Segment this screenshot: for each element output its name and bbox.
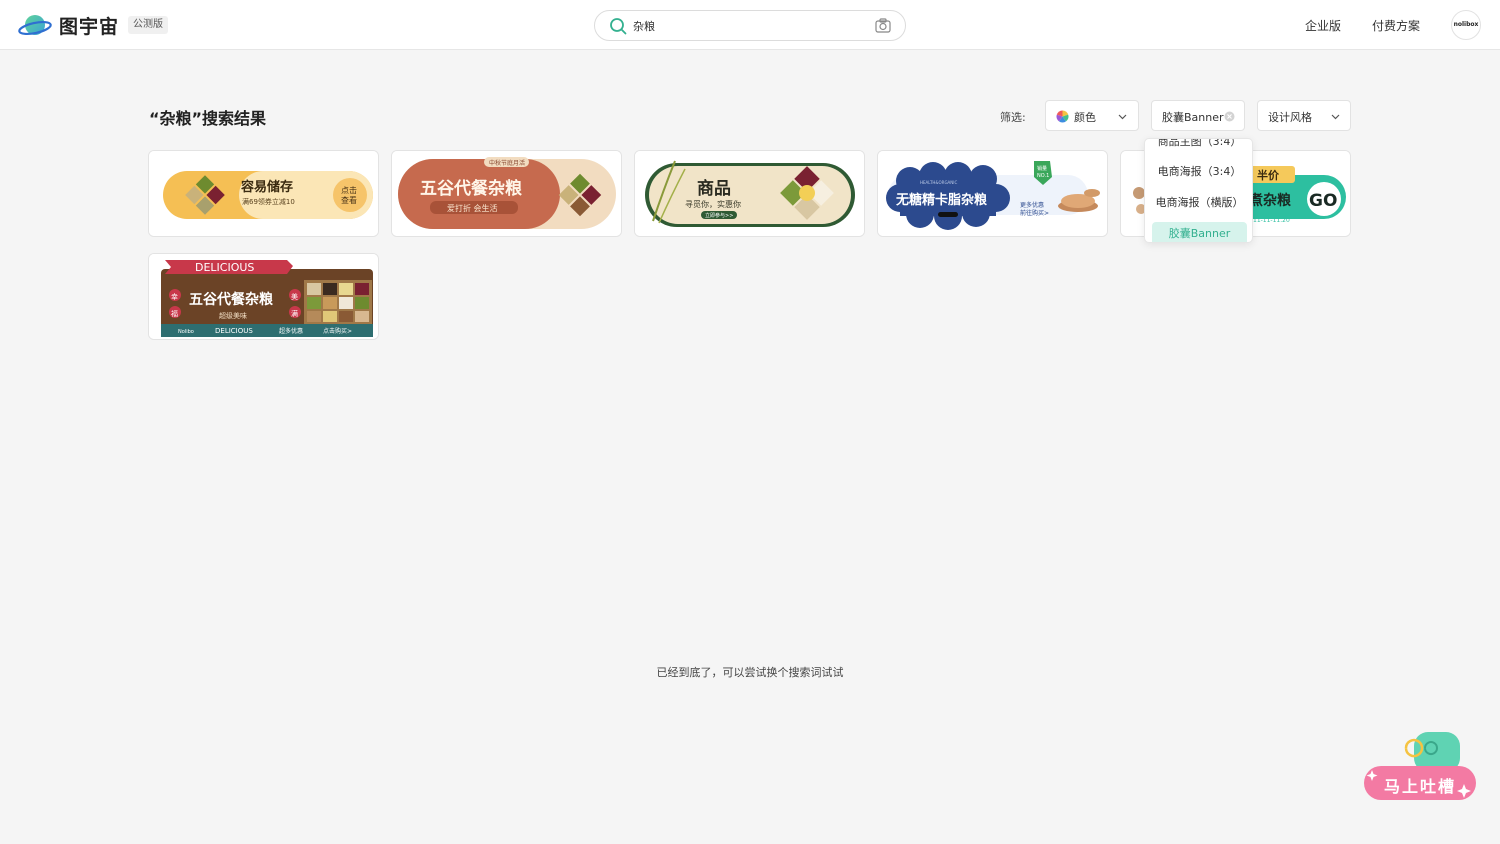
top-header: 图宇宙 公测版 企业版 付费方案 nolibox [0,0,1500,50]
type-filter-label: 胶囊Banner [1162,111,1224,124]
card4-extra2: 前往购买> [1020,209,1049,217]
planet-logo-icon[interactable] [18,11,52,39]
beta-badge: 公测版 [128,16,168,34]
card5-title: 煮杂粮 [1248,192,1292,209]
card2-tag: 中秋节庭月活 [489,159,525,167]
type-filter[interactable]: 胶囊Banner [1151,100,1245,131]
card1-title: 容易储存 [240,179,293,195]
card2-subtitle: 爱打折 会生活 [447,203,498,213]
color-wheel-icon [1056,110,1069,123]
result-card-1[interactable]: 容易储存 满69领券立减10 点击 查看 [148,150,379,237]
card1-cta: 点击 [341,185,357,195]
card4-badge2: NO.1 [1037,173,1049,179]
card4-badge: 销量 [1037,165,1047,172]
chevron-down-icon [1118,114,1127,120]
search-icon[interactable] [609,17,627,35]
card6-right1: 美 [291,292,298,301]
card5-tag: 半价 [1257,168,1280,182]
card6-footer1: DELICIOUS [215,327,253,335]
card4-title: 无糖精卡脂杂粮 [895,192,988,208]
banner-image-6: DELICIOUS 幸 福 五谷代餐杂粮 超级美味 美 满 Nolibo DEL… [149,254,378,339]
style-filter-label: 设计风格 [1268,111,1312,124]
card6-right2: 满 [291,309,298,318]
banner-image-1: 容易储存 满69领券立减10 点击 查看 [149,151,378,236]
card2-title: 五谷代餐杂粮 [420,178,522,199]
dropdown-item-poster-portrait[interactable]: 电商海报（3:4） [1145,160,1252,184]
card6-brand: Nolibo [178,329,194,335]
card6-subtitle: 超级美味 [219,311,247,320]
type-dropdown-menu[interactable]: 商品主图（3:4） 电商海报（3:4） 电商海报（横版） 胶囊Banner [1144,138,1253,243]
card6-footer3: 点击购买> [323,327,352,335]
card6-left1: 幸 [171,293,178,301]
card5-cta: GO [1309,191,1337,211]
banner-image-3: 商品 寻觅你，实惠你 立即参与>> [635,151,864,236]
logo-text[interactable]: 图宇宙 [59,12,119,39]
feedback-button[interactable]: 马上吐槽 [1362,728,1478,802]
card3-subtitle: 寻觅你，实惠你 [685,199,741,209]
card6-left2: 福 [171,309,178,318]
nav-pricing[interactable]: 付费方案 [1372,17,1420,34]
style-filter[interactable]: 设计风格 [1257,100,1351,131]
card6-footer2: 超多优惠 [279,327,303,335]
search-input[interactable] [633,16,863,36]
result-card-2[interactable]: 中秋节庭月活 五谷代餐杂粮 爱打折 会生活 [391,150,622,237]
dropdown-item-capsule-banner[interactable]: 胶囊Banner [1152,222,1247,242]
banner-image-2: 中秋节庭月活 五谷代餐杂粮 爱打折 会生活 [392,151,621,236]
card3-title: 商品 [697,178,731,199]
card6-title: 五谷代餐杂粮 [189,291,274,308]
card4-extra: 更多优惠 [1020,201,1044,209]
dropdown-item-poster-landscape[interactable]: 电商海报（横版） [1145,191,1252,215]
nav-enterprise[interactable]: 企业版 [1305,17,1341,34]
filter-label: 筛选: [1000,111,1026,124]
result-card-4[interactable]: HEALTH&ORGANIC 无糖精卡脂杂粮 销量 NO.1 更多优惠 前往购买… [877,150,1108,237]
feedback-label: 马上吐槽 [1384,777,1457,796]
camera-icon[interactable] [875,18,891,33]
avatar[interactable]: nolibox [1451,10,1481,40]
color-filter-label: 颜色 [1074,111,1096,124]
dropdown-item-product-main[interactable]: 商品主图（3:4） [1145,139,1252,154]
result-card-6[interactable]: DELICIOUS 幸 福 五谷代餐杂粮 超级美味 美 满 Nolibo DEL… [148,253,379,340]
end-of-results-message: 已经到底了，可以尝试换个搜索词试试 [656,666,844,679]
chevron-down-icon [1331,114,1340,120]
card4-subtitle: HEALTH&ORGANIC [920,180,957,185]
card5-date: 11-11-11.20 [1253,217,1290,224]
card3-tag: 立即参与>> [705,212,733,219]
card1-cta2: 查看 [341,195,357,205]
search-bar[interactable] [594,10,906,41]
page-title: “杂粮”搜索结果 [149,109,267,128]
banner-image-4: HEALTH&ORGANIC 无糖精卡脂杂粮 销量 NO.1 更多优惠 前往购买… [878,151,1107,236]
card6-ribbon: DELICIOUS [195,261,254,274]
card1-subtitle: 满69领券立减10 [242,197,295,206]
clear-icon[interactable] [1224,111,1235,122]
color-filter[interactable]: 颜色 [1045,100,1139,131]
result-card-3[interactable]: 商品 寻觅你，实惠你 立即参与>> [634,150,865,237]
